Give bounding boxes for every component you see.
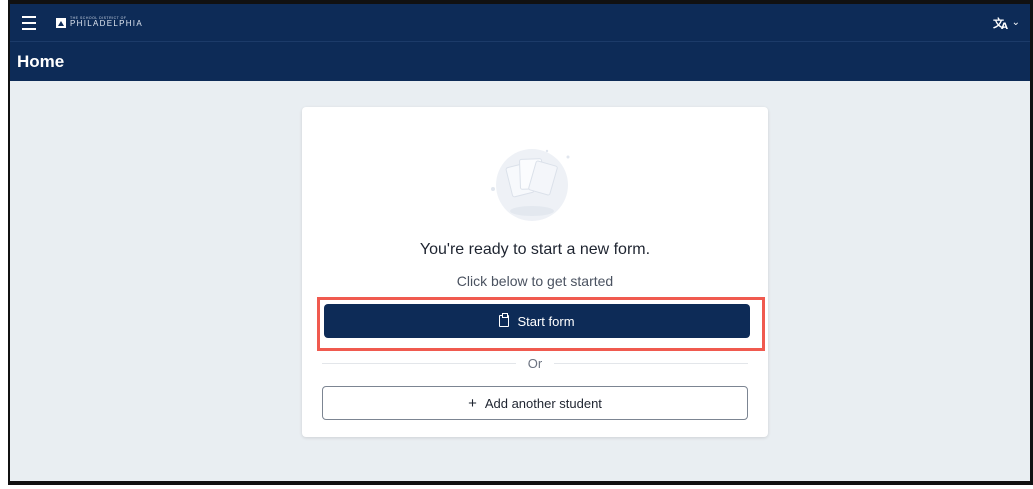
divider-line-right <box>554 362 749 364</box>
divider-text: Or <box>527 355 543 371</box>
logo-text: THE SCHOOL DISTRICT OF PHILADELPHIA <box>70 16 143 29</box>
page-header: Home <box>10 41 1030 81</box>
clipboard-icon <box>499 313 510 327</box>
add-another-student-button[interactable]: + Add another student <box>322 386 748 420</box>
divider-line-left <box>322 362 516 364</box>
start-form-button[interactable]: Start form <box>324 304 750 338</box>
page-title: Home <box>17 51 65 71</box>
empty-state-heading: You're ready to start a new form. <box>419 241 651 258</box>
add-another-student-label: Add another student <box>484 395 602 411</box>
logo-big-text: PHILADELPHIA <box>70 19 143 29</box>
empty-state-card: You're ready to start a new form. Click … <box>302 107 768 437</box>
start-form-label: Start form <box>517 313 575 329</box>
svg-text:A: A <box>1001 22 1008 30</box>
top-bar: THE SCHOOL DISTRICT OF PHILADELPHIA 文 A … <box>10 4 1030 41</box>
logo-mark-icon <box>56 17 66 28</box>
chevron-down-icon: ⌄ <box>1011 17 1020 28</box>
forms-illustration-icon <box>491 149 570 221</box>
plus-icon: + <box>468 394 477 412</box>
translate-icon: 文 A <box>993 16 1008 30</box>
language-button[interactable]: 文 A ⌄ <box>993 16 1020 30</box>
hamburger-menu-icon[interactable] <box>20 12 42 34</box>
district-logo[interactable]: THE SCHOOL DISTRICT OF PHILADELPHIA <box>56 16 143 29</box>
or-divider: Or <box>322 355 749 371</box>
app-frame: THE SCHOOL DISTRICT OF PHILADELPHIA 文 A … <box>8 0 1033 485</box>
empty-state-subheading: Click below to get started <box>456 273 614 289</box>
